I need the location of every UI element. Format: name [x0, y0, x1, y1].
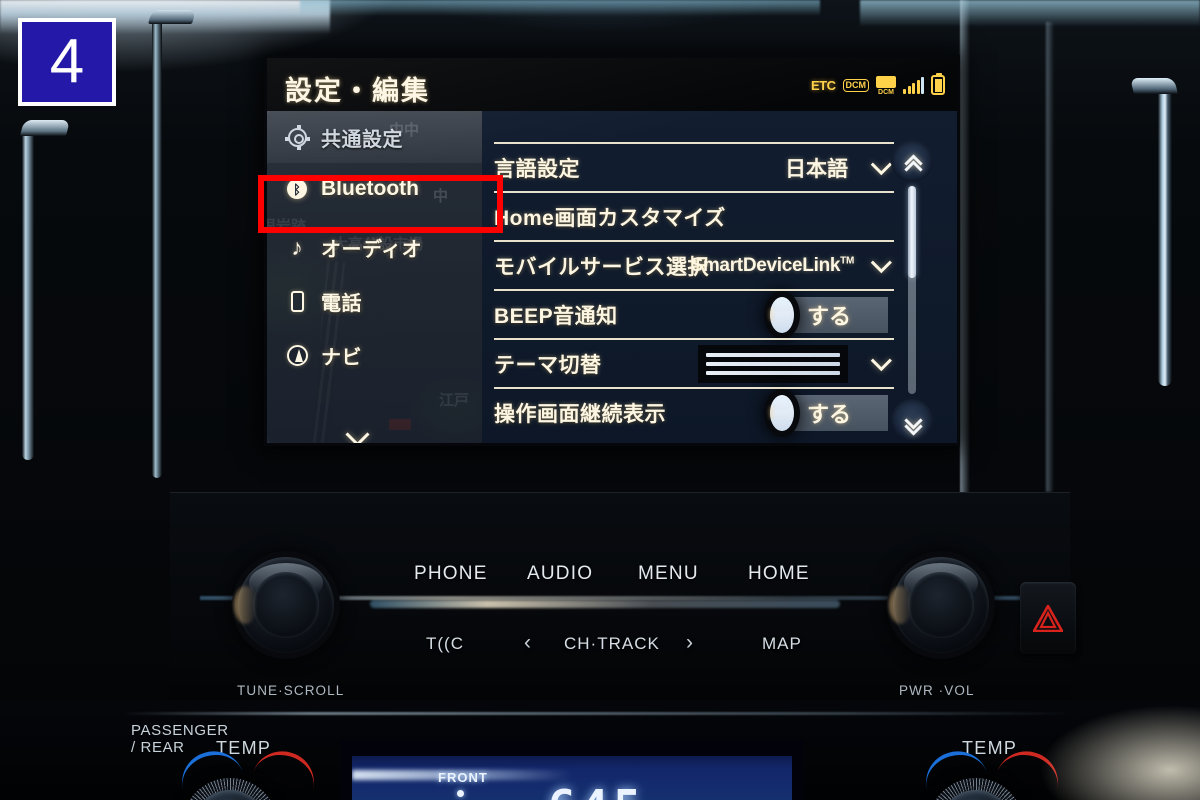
- chevron-down-icon: [344, 422, 370, 443]
- double-chevron-down-icon: [905, 417, 920, 424]
- climate-temperature-readout: 645: [548, 780, 646, 800]
- setting-row-persistent-display[interactable]: 操作画面継続表示 する: [494, 387, 894, 436]
- theme-preview-swatch[interactable]: [698, 344, 848, 383]
- signal-strength-icon: [903, 76, 924, 94]
- phone-button[interactable]: PHONE: [414, 563, 488, 585]
- persistent-display-toggle-switch[interactable]: する: [770, 394, 888, 431]
- audio-button[interactable]: AUDIO: [527, 563, 593, 585]
- screen-titlebar: 設定・編集 ETC DCM DCM: [267, 58, 957, 111]
- sidebar-scroll-down-button[interactable]: [267, 422, 447, 443]
- scroll-up-button[interactable]: [891, 140, 933, 182]
- menu-button[interactable]: MENU: [638, 563, 699, 585]
- setting-label: テーマ切替: [494, 353, 602, 377]
- setting-row-language[interactable]: 言語設定 日本語: [494, 142, 894, 191]
- battery-icon: [931, 73, 945, 95]
- hazard-warning-button[interactable]: [1020, 582, 1076, 654]
- setting-row-beep-notification[interactable]: BEEP音通知 する: [494, 289, 894, 338]
- trademark-mark: TM: [840, 255, 854, 267]
- navigation-icon: [285, 343, 309, 367]
- tune-scroll-knob[interactable]: [238, 557, 334, 653]
- setting-row-theme-switch[interactable]: テーマ切替: [494, 338, 894, 387]
- scroll-down-button[interactable]: [891, 399, 933, 441]
- chrome-trim-left-inner-cap: [20, 120, 70, 136]
- status-bar: ETC DCM DCM: [811, 73, 945, 96]
- toggle-knob: [770, 394, 794, 431]
- toggle-knob: [770, 296, 794, 333]
- climate-indicator-dot: [457, 790, 464, 797]
- setting-label: 言語設定: [494, 157, 580, 181]
- phone-icon: [285, 289, 309, 313]
- setting-value-text: SmartDeviceLink: [690, 254, 841, 276]
- chevron-down-icon[interactable]: [870, 154, 892, 176]
- dcm-badge-icon: DCM: [842, 78, 869, 92]
- sidebar-item-label: オーディオ: [321, 238, 423, 261]
- sidebar-item-common-settings[interactable]: 共通設定: [267, 111, 482, 163]
- step-number-badge: 4: [18, 18, 116, 106]
- map-button[interactable]: MAP: [762, 634, 802, 654]
- gear-icon: [284, 124, 310, 150]
- sidebar-item-navigation[interactable]: ナビ: [267, 329, 482, 381]
- track-previous-button[interactable]: ‹: [524, 631, 532, 655]
- dcm-screen-label: DCM: [878, 88, 894, 96]
- step-number: 4: [49, 27, 85, 96]
- infotainment-display[interactable]: 中中 根岩跡 大高公設市場 中 江戸 共通設定 ᛒ Bluetooth: [267, 58, 957, 443]
- setting-label: Home画面カスタマイズ: [494, 206, 726, 230]
- setting-label: モバイルサービス選択: [494, 255, 709, 279]
- settings-list-pane: 言語設定 日本語 Home画面カスタマイズ モバイルサービス選択 SmartDe…: [482, 111, 957, 443]
- setting-value: SmartDeviceLinkTM: [690, 255, 854, 277]
- setting-value: 日本語: [785, 157, 848, 181]
- setting-label: BEEP音通知: [494, 304, 618, 328]
- console-light-strip: [370, 600, 840, 608]
- windshield-glare-right: [860, 0, 1200, 30]
- beep-toggle-switch[interactable]: する: [770, 296, 888, 333]
- double-chevron-up-icon: [905, 158, 920, 165]
- setting-label: 操作画面継続表示: [494, 402, 666, 426]
- climate-display: FRONT 645: [352, 752, 792, 800]
- tune-scroll-knob-label: TUNE·SCROLL: [237, 683, 345, 698]
- bottom-right-glare: [960, 680, 1200, 800]
- passenger-rear-line1: PASSENGER: [131, 722, 229, 739]
- chevron-down-icon[interactable]: [870, 252, 892, 274]
- track-next-button[interactable]: ›: [686, 631, 694, 655]
- setting-row-home-customize[interactable]: Home画面カスタマイズ: [494, 191, 894, 240]
- windshield-glare-center: [300, 0, 820, 16]
- music-note-icon: ♪: [291, 233, 303, 260]
- bezel-edge-highlight: [960, 0, 970, 500]
- front-mode-indicator: FRONT: [438, 770, 488, 785]
- etc-icon: ETC: [811, 77, 836, 93]
- bluetooth-highlight-box: [258, 175, 503, 233]
- sidebar-item-label: 電話: [321, 292, 362, 315]
- home-button[interactable]: HOME: [748, 563, 810, 585]
- traffic-connect-button[interactable]: T((C: [426, 634, 464, 654]
- knob-inner-face: [253, 572, 319, 638]
- setting-row-mobile-service[interactable]: モバイルサービス選択 SmartDeviceLinkTM: [494, 240, 894, 289]
- screen-title: 設定・編集: [285, 76, 430, 106]
- ch-track-button[interactable]: CH·TRACK: [564, 634, 660, 654]
- bezel-edge-highlight-outer: [1046, 22, 1054, 492]
- scrollbar-thumb[interactable]: [908, 186, 916, 278]
- chrome-trim-right: [1158, 86, 1172, 386]
- chrome-trim-right-cap: [1130, 78, 1178, 94]
- sidebar-item-label: 共通設定: [321, 128, 403, 151]
- sidebar-item-phone[interactable]: 電話: [267, 275, 482, 327]
- sidebar-item-label: ナビ: [321, 346, 362, 369]
- knob-inner-face: [908, 572, 974, 638]
- hazard-warning-icon: [1033, 605, 1063, 632]
- power-volume-knob[interactable]: [893, 557, 989, 653]
- chrome-trim-left-outer-cap: [147, 10, 197, 24]
- dcm-screen-icon: DCM: [876, 75, 896, 96]
- settings-sidebar: 共通設定 ᛒ Bluetooth ♪ オーディオ 電話 ナビ: [267, 111, 482, 443]
- chevron-down-icon[interactable]: [870, 350, 892, 372]
- chrome-trim-left-inner: [22, 130, 34, 460]
- lower-console-edge: [120, 712, 1080, 715]
- chrome-trim-left-outer: [152, 18, 162, 478]
- car-dashboard-screenshot: 中中 根岩跡 大高公設市場 中 江戸 共通設定 ᛒ Bluetooth: [0, 0, 1200, 800]
